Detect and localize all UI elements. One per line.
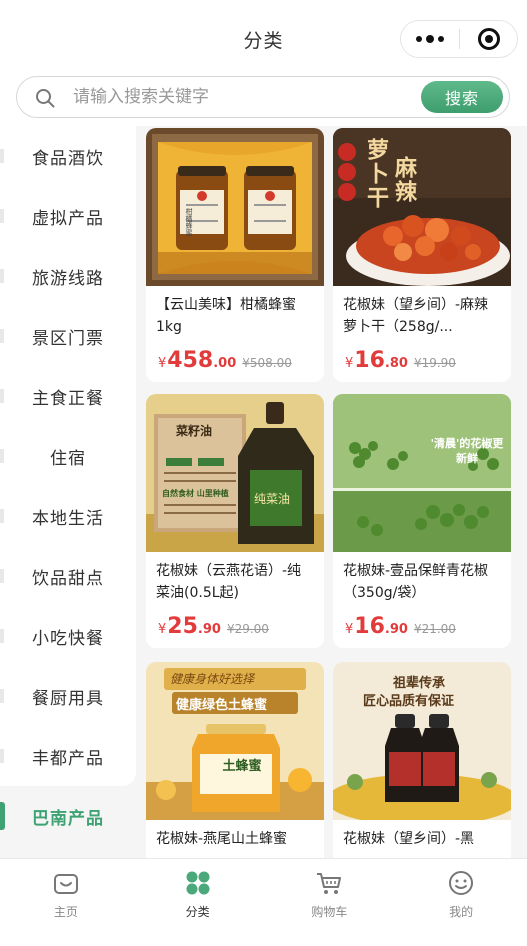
sidebar-item-fengdu-products[interactable]: 丰都产品 bbox=[0, 726, 136, 786]
sidebar-item-label: 住宿 bbox=[50, 448, 86, 469]
price-currency: ¥ bbox=[158, 356, 167, 371]
product-name: 花椒妹-燕尾山土蜂蜜 bbox=[156, 831, 288, 847]
sidebar-item-label: 主食正餐 bbox=[32, 388, 104, 409]
product-card[interactable]: 祖辈传承 匠心品质有保证 花椒妹（望乡间）-黑 ¥ bbox=[333, 662, 511, 858]
mini-program-capsule bbox=[400, 20, 518, 58]
bottle-label-text: 纯菜油 bbox=[254, 492, 291, 506]
sidebar-item-label: 本地生活 bbox=[32, 508, 104, 529]
image-quote-text: '清晨'的花椒更新鲜 bbox=[430, 437, 504, 465]
product-card[interactable]: '清晨'的花椒更新鲜 花椒妹-壹品保鲜青花椒（350g/袋） ¥ 16 .90 … bbox=[333, 394, 511, 648]
sidebar-item-travel-routes[interactable]: 旅游线路 bbox=[0, 246, 136, 306]
price-currency: ¥ bbox=[345, 356, 354, 371]
sidebar-item-drinks-desserts[interactable]: 饮品甜点 bbox=[0, 546, 136, 606]
category-list: 食品酒饮 虚拟产品 旅游线路 景区门票 主食正餐 住宿 本地生活 饮品甜点 小吃… bbox=[0, 126, 136, 786]
product-image-green-pepper: '清晨'的花椒更新鲜 bbox=[333, 394, 511, 552]
product-image-honey-gift-box: 柑橘蜂蜜 bbox=[146, 128, 324, 286]
sidebar-item-virtual-products[interactable]: 虚拟产品 bbox=[0, 186, 136, 246]
nav-header: 分类 bbox=[0, 0, 527, 80]
category-icon bbox=[186, 871, 210, 895]
product-image-pepper-oil: 祖辈传承 匠心品质有保证 bbox=[333, 662, 511, 820]
sidebar-item-kitchenware[interactable]: 餐厨用具 bbox=[0, 666, 136, 726]
tab-label: 我的 bbox=[449, 905, 474, 919]
price-integer: 25 bbox=[167, 614, 198, 639]
cart-icon bbox=[317, 873, 342, 894]
product-card[interactable]: 柑橘蜂蜜 【云山美味】柑橘蜂蜜1kg ¥ 458 .00 ¥508.00 bbox=[146, 128, 324, 382]
sidebar-item-scenic-tickets[interactable]: 景区门票 bbox=[0, 306, 136, 366]
product-image-local-honey: 健康身体好选择 健康绿色土蜂蜜 土蜂蜜 bbox=[146, 662, 324, 820]
search-icon bbox=[36, 89, 55, 108]
category-sidebar: 食品酒饮 虚拟产品 旅游线路 景区门票 主食正餐 住宿 本地生活 饮品甜点 小吃… bbox=[0, 126, 136, 858]
sidebar-item-label: 丰都产品 bbox=[32, 748, 104, 769]
price-row: ¥ 458 .00 ¥508.00 bbox=[146, 338, 324, 382]
target-icon bbox=[477, 28, 500, 50]
search-input[interactable] bbox=[73, 78, 413, 116]
price-row: ¥ 16 .90 ¥21.00 bbox=[333, 604, 511, 648]
bottom-tab-bar: 主页 分类 购物车 我的 bbox=[0, 858, 527, 946]
product-name: 花椒妹（云燕花语）-纯菜油(0.5L起) bbox=[156, 563, 302, 601]
search-button[interactable]: 搜索 bbox=[421, 81, 503, 113]
product-name: 【云山美味】柑橘蜂蜜1kg bbox=[156, 297, 296, 335]
price-decimal: .80 bbox=[384, 356, 408, 371]
close-mini-program-button[interactable] bbox=[460, 21, 517, 57]
image-headline-text: 健康绿色土蜂蜜 bbox=[176, 698, 268, 713]
search-box: 搜索 bbox=[16, 76, 510, 118]
sidebar-item-label: 饮品甜点 bbox=[32, 568, 104, 589]
product-card[interactable]: 萝卜干 麻辣 花椒妹（望乡间）-麻辣萝卜干（258g/... ¥ 16 .80 … bbox=[333, 128, 511, 382]
price-integer: 16 bbox=[354, 614, 385, 639]
original-price: ¥19.90 bbox=[413, 356, 456, 370]
sidebar-item-label: 旅游线路 bbox=[32, 268, 104, 289]
sidebar-item-snacks[interactable]: 小吃快餐 bbox=[0, 606, 136, 666]
tab-label: 主页 bbox=[53, 905, 78, 919]
price-row: ¥ 25 .90 ¥29.00 bbox=[146, 604, 324, 648]
product-name: 花椒妹（望乡间）-黑 bbox=[343, 831, 475, 847]
price-row: ¥ 16 .80 ¥19.90 bbox=[333, 338, 511, 382]
jar-label-text: 柑橘蜂蜜 bbox=[185, 208, 193, 236]
image-top-text: 祖辈传承 bbox=[393, 676, 446, 691]
sidebar-item-main-meals[interactable]: 主食正餐 bbox=[0, 366, 136, 426]
tab-cart[interactable]: 购物车 bbox=[264, 859, 396, 946]
sidebar-item-banan-products[interactable]: 巴南产品 bbox=[0, 786, 136, 846]
product-card[interactable]: 菜籽油 自然食材 山里种植 纯菜油 花椒妹（云燕花语）-纯菜油(0.5L起) ¥… bbox=[146, 394, 324, 648]
image-sign-text: 菜籽油 bbox=[176, 424, 213, 438]
image-top-text: 健康身体好选择 bbox=[170, 672, 255, 686]
product-image-spicy-radish: 萝卜干 麻辣 bbox=[333, 128, 511, 286]
original-price: ¥21.00 bbox=[413, 622, 456, 636]
price-decimal: .00 bbox=[213, 356, 237, 371]
sidebar-item-label: 虚拟产品 bbox=[32, 208, 104, 229]
sidebar-item-label: 餐厨用具 bbox=[32, 688, 104, 709]
tab-category[interactable]: 分类 bbox=[132, 859, 264, 946]
product-name: 花椒妹（望乡间）-麻辣萝卜干（258g/... bbox=[343, 297, 489, 335]
image-headline-text: 匠心品质有保证 bbox=[363, 694, 455, 709]
image-headline-spicy: 麻辣 bbox=[391, 156, 416, 204]
tab-home[interactable]: 主页 bbox=[0, 859, 132, 946]
original-price: ¥29.00 bbox=[226, 622, 269, 636]
jar-label-text: 土蜂蜜 bbox=[222, 759, 262, 774]
sidebar-item-label: 景区门票 bbox=[32, 328, 104, 349]
price-currency: ¥ bbox=[158, 622, 167, 637]
sidebar-item-food-drinks[interactable]: 食品酒饮 bbox=[0, 126, 136, 186]
product-image-rapeseed-oil: 菜籽油 自然食材 山里种植 纯菜油 bbox=[146, 394, 324, 552]
price-decimal: .90 bbox=[197, 622, 221, 637]
price-integer: 16 bbox=[354, 348, 385, 373]
tab-profile[interactable]: 我的 bbox=[395, 859, 527, 946]
sidebar-item-label: 小吃快餐 bbox=[32, 628, 104, 649]
home-icon bbox=[53, 874, 78, 894]
tab-label: 购物车 bbox=[311, 905, 348, 919]
price-integer: 458 bbox=[167, 348, 214, 373]
original-price: ¥508.00 bbox=[242, 356, 292, 370]
sidebar-item-lodging[interactable]: 住宿 bbox=[0, 426, 136, 486]
price-currency: ¥ bbox=[345, 622, 354, 637]
product-grid: 柑橘蜂蜜 【云山美味】柑橘蜂蜜1kg ¥ 458 .00 ¥508.00 萝卜干… bbox=[136, 126, 527, 858]
profile-icon bbox=[449, 871, 474, 895]
sidebar-item-local-life[interactable]: 本地生活 bbox=[0, 486, 136, 546]
product-name: 花椒妹-壹品保鲜青花椒（350g/袋） bbox=[343, 563, 489, 601]
product-card[interactable]: 健康身体好选择 健康绿色土蜂蜜 土蜂蜜 花椒妹-燕尾山土蜂蜜 ¥ bbox=[146, 662, 324, 858]
sidebar-item-label: 巴南产品 bbox=[32, 808, 104, 829]
more-options-icon[interactable] bbox=[401, 21, 459, 57]
sidebar-item-label: 食品酒饮 bbox=[32, 148, 104, 169]
search-bar: 搜索 bbox=[0, 74, 527, 126]
image-slogan-text: 自然食材 山里种植 bbox=[162, 489, 229, 498]
price-decimal: .90 bbox=[384, 622, 408, 637]
tab-label: 分类 bbox=[185, 905, 210, 919]
